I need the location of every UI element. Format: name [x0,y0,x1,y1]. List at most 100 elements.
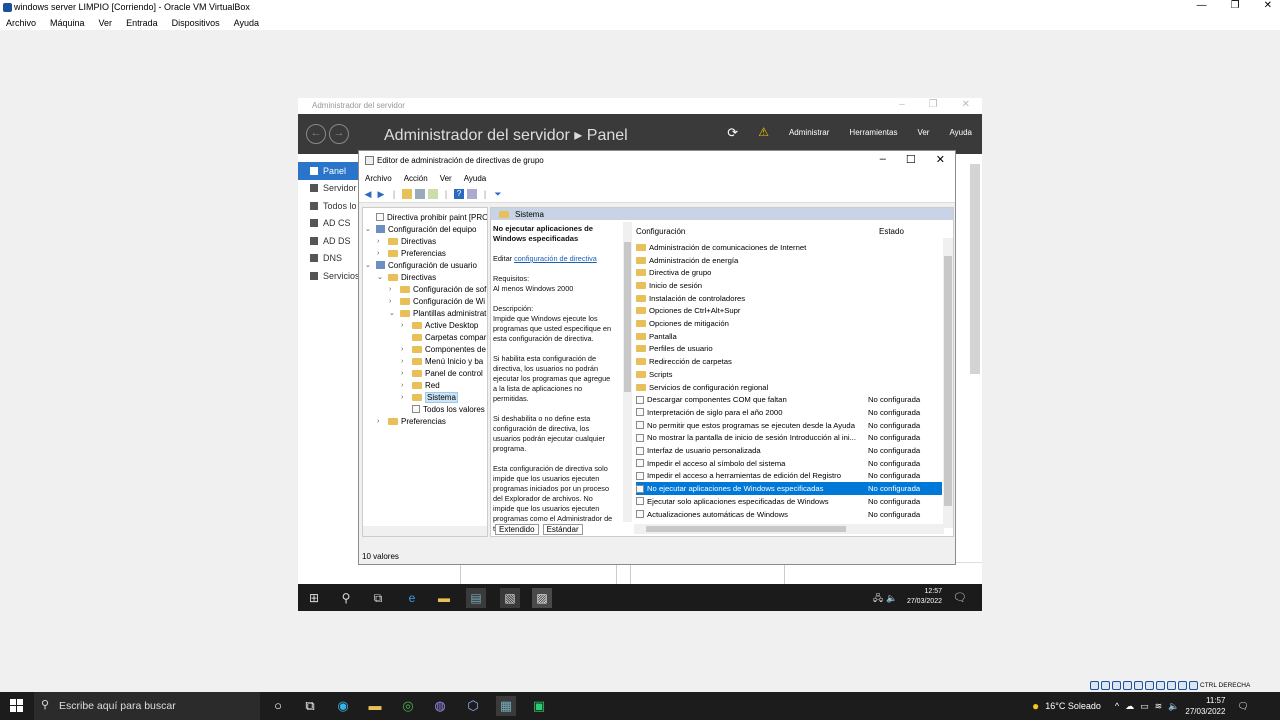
gpe-minimize-icon[interactable]: – [880,153,886,166]
optical-icon[interactable] [1101,681,1110,690]
expand-arrow-icon[interactable]: ⌄ [365,225,373,233]
tree-node[interactable]: › Active Desktop [401,319,478,331]
tree-node[interactable]: Carpetas compar [401,331,486,343]
weather-text[interactable]: 16°C Soleado [1045,701,1101,711]
file-explorer-icon[interactable]: ▬ [434,588,454,608]
wifi-icon[interactable]: ≋ [1155,701,1163,712]
expand-arrow-icon[interactable]: ⌄ [377,273,385,281]
ie-icon[interactable]: e [402,588,422,608]
setting-row[interactable]: Opciones de mitigación [636,317,942,330]
notification-icon[interactable]: 🗨 [1237,701,1248,712]
expand-arrow-icon[interactable]: › [389,298,397,305]
setting-row[interactable]: Impedir el acceso a herramientas de edic… [636,470,942,483]
server-manager-task-icon[interactable]: ▤ [466,588,486,608]
menu-entrada[interactable]: Entrada [126,18,158,28]
setting-row[interactable]: Directiva de grupo [636,266,942,279]
gpe-maximize-icon[interactable]: ☐ [906,153,916,166]
chrome-icon[interactable]: ◎ [398,696,418,716]
mouse-icon[interactable] [1189,681,1198,690]
start-icon[interactable]: ⊞ [304,588,324,608]
up-folder-icon[interactable] [402,188,412,199]
tree-node[interactable]: › Red [401,379,440,391]
tree-node[interactable]: › Menú Inicio y ba [401,355,483,367]
task-view-icon[interactable]: ⧉ [300,696,320,716]
tree-horizontal-scrollbar[interactable] [363,526,487,536]
setting-row[interactable]: Pantalla [636,330,942,343]
setting-row[interactable]: Servicios de configuración regional [636,381,942,394]
setting-row[interactable]: Impedir el acceso al símbolo del sistema… [636,457,942,470]
expand-arrow-icon[interactable]: › [377,250,385,257]
tree-node[interactable]: Todos los valores [401,403,485,415]
expand-arrow-icon[interactable]: › [401,358,409,365]
tree-node[interactable]: ⌄ Directivas [377,271,436,283]
volume-icon[interactable]: 🔈 [1168,701,1179,712]
refresh-icon[interactable]: ⟳ [727,125,738,141]
sm-minimize-icon[interactable]: – [899,99,905,110]
audio-icon[interactable] [1112,681,1121,690]
gpe-menu-ayuda[interactable]: Ayuda [464,174,487,183]
expand-arrow-icon[interactable]: › [377,418,385,425]
maximize-button[interactable]: ❐ [1231,0,1240,11]
column-estado[interactable]: Estado [879,227,904,236]
setting-row[interactable]: No mostrar la pantalla de inicio de sesi… [636,432,942,445]
windows-start-icon[interactable] [10,699,23,712]
flag-warning-icon[interactable]: ⚠ [758,125,769,141]
setting-row[interactable]: Scripts [636,368,942,381]
setting-row[interactable]: Descargar componentes COM que faltan No c… [636,393,942,406]
back-icon[interactable]: ← [306,124,326,144]
list-horizontal-scrollbar[interactable] [634,524,944,534]
sidebar-item-adds[interactable]: AD DS [298,232,360,250]
sm-menu-ver[interactable]: Ver [917,128,929,141]
tree-node[interactable]: › Configuración de Wi [389,295,485,307]
expand-arrow-icon[interactable]: ⌄ [365,261,373,269]
export-list-icon[interactable] [428,188,438,199]
setting-row[interactable]: Interfaz de usuario personalizada No conf… [636,444,942,457]
expand-arrow-icon[interactable]: › [401,370,409,377]
menu-maquina[interactable]: Máquina [50,18,85,28]
column-configuracion[interactable]: Configuración [636,227,685,236]
expand-arrow-icon[interactable]: ⌄ [389,309,397,317]
network-icon[interactable]: ▭ [1140,701,1149,712]
edit-policy-link[interactable]: configuración de directiva [514,254,597,263]
gpo-editor-task-icon[interactable]: ▨ [532,588,552,608]
tree-node[interactable]: Directiva prohibir paint [PRONG [365,211,487,223]
forward-arrow-icon[interactable]: ▶ [376,189,386,199]
green-app-icon[interactable]: ▣ [529,696,549,716]
setting-row[interactable]: No permitir que estos programas se ejecu… [636,419,942,432]
tree-node[interactable]: › Componentes de [401,343,486,355]
sm-menu-herramientas[interactable]: Herramientas [849,128,897,141]
shared-folder-icon[interactable] [1145,681,1154,690]
list-vertical-scrollbar[interactable] [943,238,953,528]
sm-scrollbar[interactable] [970,164,980,374]
sidebar-item-dns[interactable]: DNS [298,250,360,268]
help-icon[interactable]: ? [454,188,464,199]
back-arrow-icon[interactable]: ◀ [363,189,373,199]
tree-node[interactable]: ⌄ Configuración de usuario [365,259,477,271]
tree-node[interactable]: ⌄ Plantillas administrat [389,307,486,319]
sidebar-item-adcs[interactable]: AD CS [298,215,360,233]
setting-row[interactable]: Redirección de carpetas [636,355,942,368]
menu-dispositivos[interactable]: Dispositivos [172,18,220,28]
sm-close-icon[interactable]: ✕ [962,99,970,110]
expand-arrow-icon[interactable]: › [377,238,385,245]
edge-icon[interactable]: ◉ [333,696,353,716]
setting-row[interactable]: Instalación de controladores [636,292,942,305]
tree-node[interactable]: › Preferencias [377,415,446,427]
gpe-menu-ver[interactable]: Ver [440,174,452,183]
close-button[interactable]: ✕ [1264,0,1272,11]
tree-node[interactable]: › Sistema [401,391,458,403]
setting-row[interactable]: No ejecutar aplicaciones de Windows espe… [636,482,942,495]
search-icon[interactable]: ⚲ [336,588,356,608]
setting-row[interactable]: Administración de comunicaciones de Inte… [636,241,942,254]
expand-arrow-icon[interactable]: › [401,346,409,353]
minimize-button[interactable]: — [1197,0,1207,11]
cloud-icon[interactable]: ☁ [1125,701,1134,712]
network-adapter-icon[interactable] [1123,681,1132,690]
expand-arrow-icon[interactable]: › [389,286,397,293]
volume-icon[interactable]: 🔈 [882,588,902,608]
show-hide-tree-icon[interactable] [415,188,425,199]
sidebar-item-servicios[interactable]: Servicios [298,267,360,285]
discord-like-icon[interactable]: ◍ [430,696,450,716]
cube-app-icon[interactable]: ⬡ [463,696,483,716]
sidebar-item-servidor[interactable]: Servidor [298,180,360,198]
